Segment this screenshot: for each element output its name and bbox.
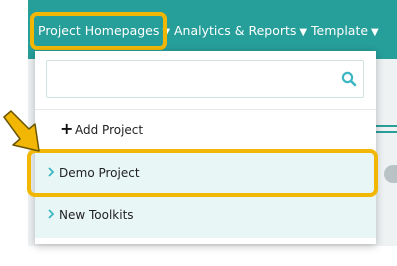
side-scroll-handle bbox=[384, 165, 397, 183]
background-line bbox=[376, 131, 397, 133]
caret-down-icon: ▼ bbox=[371, 27, 379, 38]
nav-analytics-reports[interactable]: Analytics & Reports ▼ bbox=[174, 22, 307, 40]
menu-divider bbox=[35, 109, 376, 110]
nav-label: Template bbox=[311, 23, 369, 38]
nav-label: Analytics & Reports bbox=[174, 23, 297, 38]
highlight-box-nav bbox=[30, 12, 167, 50]
project-label: New Toolkits bbox=[59, 208, 134, 222]
chevron-right-icon bbox=[48, 209, 55, 219]
highlight-box-demo bbox=[27, 149, 378, 197]
search-box bbox=[46, 60, 364, 98]
plus-icon: + bbox=[60, 119, 74, 138]
search-icon[interactable] bbox=[340, 70, 358, 88]
nav-template[interactable]: Template ▼ bbox=[311, 22, 379, 40]
background-line bbox=[376, 125, 397, 127]
caret-down-icon: ▼ bbox=[299, 27, 308, 38]
search-input[interactable] bbox=[47, 61, 327, 97]
project-item-new-toolkits[interactable]: New Toolkits bbox=[35, 194, 376, 238]
add-project-item[interactable]: + Add Project bbox=[35, 109, 376, 151]
add-project-label: Add Project bbox=[75, 123, 144, 137]
pointer-arrow-icon bbox=[3, 110, 40, 152]
